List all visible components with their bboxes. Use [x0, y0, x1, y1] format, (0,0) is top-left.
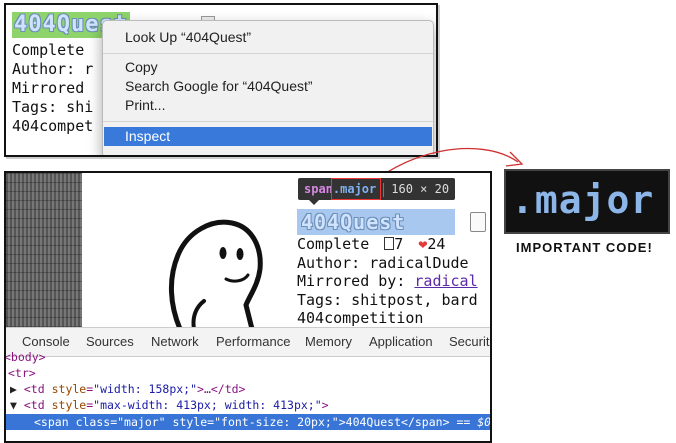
menu-item-look-up[interactable]: Look Up “404Quest”	[104, 28, 432, 47]
tooltip-size: 160 × 20	[391, 182, 450, 196]
code-rest: >…</td>	[197, 382, 246, 396]
devtools-panel: Console Sources Network Performance Memo…	[6, 327, 492, 441]
copy-count: 7	[394, 235, 404, 253]
top-line-mirrored: Mirrored	[12, 79, 85, 97]
page-background-pattern	[6, 173, 82, 327]
code-value: "max-width: 413px; width: 413px;"	[93, 398, 322, 412]
like-count: 24	[427, 235, 446, 253]
copy-count-icon[interactable]	[384, 237, 395, 250]
code-text: >404Quest</span>	[338, 415, 450, 429]
mirrored-label: Mirrored by:	[297, 272, 406, 290]
menu-item-print[interactable]: Print...	[104, 96, 432, 115]
complete-label: Complete	[297, 235, 370, 253]
callout-code: .major	[511, 178, 655, 222]
tooltip-highlight-box	[331, 178, 381, 200]
code-value: "font-size: 20px;"	[214, 415, 339, 429]
code-attr: style	[51, 382, 87, 396]
code-line-td-collapsed[interactable]: ▶ <td style="width: 158px;">…</td>	[6, 381, 490, 397]
code-attr: class	[75, 415, 111, 429]
code-attr: style	[51, 398, 87, 412]
menu-item-copy[interactable]: Copy	[104, 58, 432, 77]
code-tag: <td	[23, 382, 45, 396]
context-menu: Look Up “404Quest” Copy Search Google fo…	[102, 20, 434, 155]
code-tag: <td	[23, 398, 45, 412]
tags-line: Tags: shitpost, bard	[297, 291, 478, 309]
mirrored-row: Mirrored by: radical	[297, 272, 478, 290]
code-line-tr[interactable]: <tr>	[6, 365, 490, 381]
top-line-competition: 404compet	[12, 117, 94, 135]
top-line-tags: Tags: shi	[12, 98, 94, 116]
menu-separator	[103, 53, 433, 54]
top-line-complete: Complete	[12, 41, 85, 59]
code-line-span-selected[interactable]: <span class="major" style="font-size: 20…	[6, 414, 492, 430]
major-class-callout: .major	[504, 169, 670, 234]
tooltip-tag: span	[304, 182, 333, 196]
bottom-game-title: 404Quest	[297, 209, 455, 235]
menu-item-search-google[interactable]: Search Google for “404Quest”	[104, 77, 432, 96]
complete-row: Complete 7 ❤24	[297, 235, 445, 253]
code-attr: style	[172, 415, 208, 429]
expand-arrow-icon[interactable]: ▶	[10, 382, 17, 396]
tooltip-pointer	[309, 200, 319, 205]
competition-line: 404competition	[297, 309, 424, 327]
mirrored-link[interactable]: radical	[414, 272, 477, 290]
top-screenshot-panel: 404Quest Complete Author: r Mirrored Tag…	[4, 3, 438, 157]
bottom-screenshot-panel: span.major 160 × 20 404Quest Complete 7 ❤…	[4, 171, 492, 443]
selected-marker: == $0	[456, 415, 492, 429]
code-line-td-expanded[interactable]: ▼ <td style="max-width: 413px; width: 41…	[6, 397, 490, 413]
copy-icon[interactable]	[470, 212, 486, 232]
top-line-author: Author: r	[12, 60, 94, 78]
menu-separator	[103, 121, 433, 122]
callout-caption: IMPORTANT CODE!	[516, 240, 653, 255]
code-value: "width: 158px;"	[93, 382, 198, 396]
author-avatar-drawing	[134, 209, 282, 329]
collapse-arrow-icon[interactable]: ▼	[10, 398, 17, 412]
code-line-body[interactable]: <body>	[6, 349, 488, 365]
author-line: Author: radicalDude	[297, 254, 469, 272]
code-value: "major"	[117, 415, 166, 429]
code-tag: <span	[34, 415, 69, 429]
code-rest: >	[321, 398, 329, 412]
